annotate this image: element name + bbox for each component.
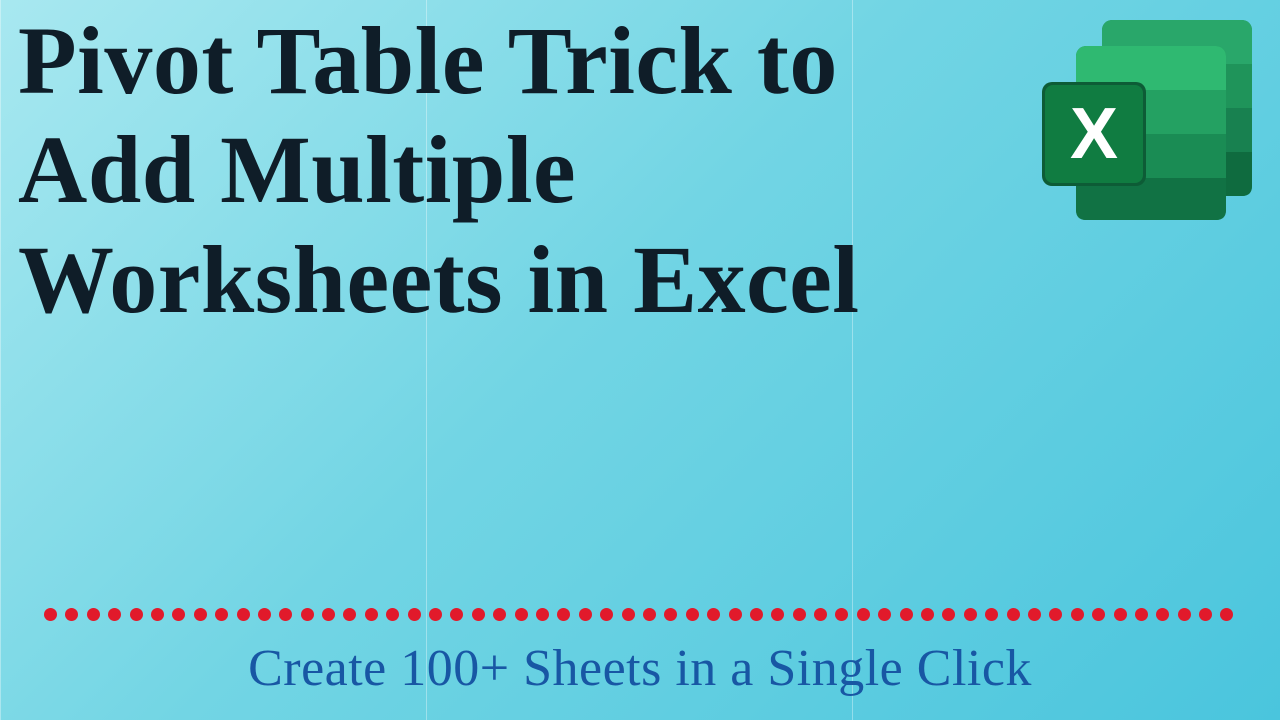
svg-text:X: X bbox=[1070, 94, 1118, 174]
gridline bbox=[0, 0, 1, 720]
subtitle: Create 100+ Sheets in a Single Click bbox=[0, 638, 1280, 700]
main-title: Pivot Table Trick to Add Multiple Worksh… bbox=[18, 6, 1028, 334]
slide: Pivot Table Trick to Add Multiple Worksh… bbox=[0, 0, 1280, 720]
excel-icon: X bbox=[1042, 20, 1256, 220]
divider-dots bbox=[44, 608, 1244, 628]
